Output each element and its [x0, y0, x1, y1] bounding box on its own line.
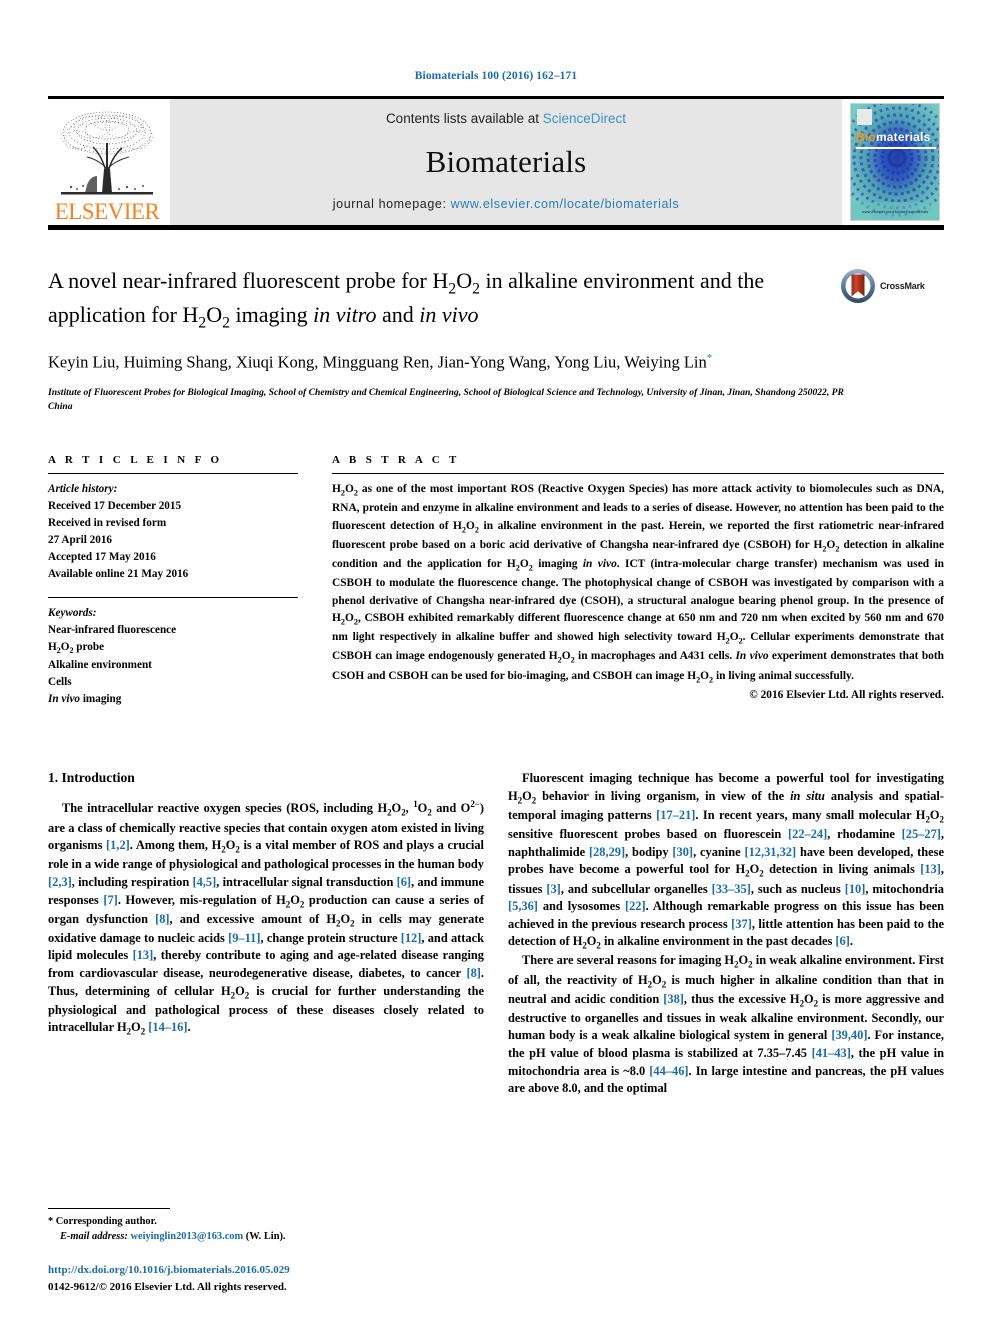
article-page: Biomaterials 100 (2016) 162–171 ELSEVIER… — [0, 0, 992, 1323]
contents-prefix: Contents lists available at — [385, 111, 543, 126]
abstract-text: H2O2 as one of the most important ROS (R… — [332, 482, 945, 684]
section-heading-introduction: 1. Introduction — [48, 770, 135, 786]
email-label: E-mail address: — [60, 1230, 128, 1242]
cover-divider — [856, 147, 936, 149]
doi-block: http://dx.doi.org/10.1016/j.biomaterials… — [48, 1262, 488, 1295]
homepage-label: journal homepage: — [332, 197, 451, 211]
body-columns: 1. Introduction The intracellular reacti… — [48, 770, 944, 1098]
article-info-heading: A R T I C L E I N F O — [48, 453, 223, 466]
running-head: Biomaterials 100 (2016) 162–171 — [414, 70, 578, 82]
keywords-group: Keywords: Near-infrared fluorescence H2O… — [48, 605, 298, 709]
journal-homepage-line: journal homepage: www.elsevier.com/locat… — [333, 197, 679, 211]
keywords-label: Keywords: — [48, 606, 97, 619]
abstract-column: A B S T R A C T H2O2 as one of the most … — [332, 454, 944, 709]
page-title: A novel near-infrared fluorescent probe … — [48, 268, 765, 332]
info-abstract-region: A R T I C L E I N F O Article history: R… — [48, 454, 944, 709]
homepage-url-link[interactable]: www.elsevier.com/locate/biomaterials — [451, 197, 680, 211]
email-line: E-mail address: weiyinglin2013@163.com (… — [48, 1229, 488, 1244]
keyword-item: Cells — [48, 676, 72, 689]
corresponding-author-marker: * — [706, 351, 713, 364]
cover-wordmark-materials: materials — [875, 130, 931, 144]
elsevier-tree-icon — [60, 111, 154, 195]
sciencedirect-link[interactable]: ScienceDirect — [543, 111, 626, 126]
keyword-item: H2O2 probe — [48, 640, 105, 656]
journal-title: Biomaterials — [425, 143, 587, 179]
body-right-column: Fluorescent imaging technique has become… — [508, 770, 944, 1098]
abstract-copyright: © 2016 Elsevier Ltd. All rights reserved… — [749, 688, 944, 701]
issn-copyright-line: 0142-9612/© 2016 Elsevier Ltd. All right… — [48, 1280, 287, 1293]
abstract-rule — [332, 472, 944, 474]
article-history-item: Accepted 17 May 2016 — [48, 550, 156, 563]
masthead-center: Contents lists available at ScienceDirec… — [170, 99, 842, 225]
article-history-item: 27 April 2016 — [48, 533, 113, 546]
article-history-item: Received 17 December 2015 — [48, 499, 182, 512]
article-info-rule — [48, 472, 298, 474]
article-history-item: Received in revised form — [48, 516, 167, 529]
title-block: A novel near-infrared fluorescent probe … — [48, 266, 944, 335]
article-history-group: Article history: Received 17 December 20… — [48, 481, 298, 583]
intro-paragraph-right-1: Fluorescent imaging technique has become… — [508, 771, 945, 951]
affiliation: Institute of Fluorescent Probes for Biol… — [48, 386, 844, 412]
article-history-label: Article history: — [48, 482, 118, 495]
abstract-heading: A B S T R A C T — [332, 453, 460, 466]
article-history-item: Available online 21 May 2016 — [48, 567, 189, 580]
corresponding-author-label: Corresponding author. — [55, 1215, 157, 1227]
footnote-rule — [48, 1207, 170, 1209]
crossmark-icon — [841, 269, 875, 303]
footnote-area: * Corresponding author. E-mail address: … — [48, 1207, 488, 1295]
journal-masthead: ELSEVIER Contents lists available at Sci… — [48, 99, 944, 225]
author-list: Keyin Liu, Huiming Shang, Xiuqi Kong, Mi… — [48, 351, 713, 372]
article-info-column: A R T I C L E I N F O Article history: R… — [48, 454, 298, 709]
contents-available-line: Contents lists available at ScienceDirec… — [386, 111, 626, 126]
doi-link[interactable]: http://dx.doi.org/10.1016/j.biomaterials… — [48, 1262, 488, 1279]
intro-paragraph-right-2: There are several reasons for imaging H2… — [508, 953, 944, 1096]
corresponding-author-note: * Corresponding author. E-mail address: … — [48, 1214, 488, 1244]
keyword-item: In vivo imaging — [48, 693, 122, 706]
masthead-bottom-rule — [48, 225, 944, 230]
cover-footer-text: www.elsevier.com/locate/biomaterials — [861, 209, 929, 215]
intro-paragraph-left-1: The intracellular reactive oxygen specie… — [48, 799, 485, 1037]
email-link[interactable]: weiyinglin2013@163.com — [130, 1231, 243, 1242]
cover-wordmark: Biomaterials — [856, 130, 930, 144]
keyword-item: Alkaline environment — [48, 659, 152, 672]
body-left-column: 1. Introduction The intracellular reacti… — [48, 770, 484, 1098]
elsevier-logo: ELSEVIER — [48, 99, 166, 225]
cover-publisher-mark — [857, 109, 872, 125]
crossmark-label: CrossMark — [880, 281, 925, 291]
keywords-rule — [48, 596, 298, 598]
journal-cover-thumbnail: Biomaterials www.elsevier.com/locate/bio… — [846, 99, 944, 225]
crossmark-badge[interactable]: CrossMark — [840, 268, 944, 304]
corresponding-author-line: * Corresponding author. — [48, 1215, 157, 1227]
email-suffix: (W. Lin). — [245, 1230, 286, 1242]
elsevier-wordmark: ELSEVIER — [54, 199, 160, 224]
cover-wordmark-bio: Bio — [856, 130, 876, 144]
keyword-item: Near-infrared fluorescence — [48, 623, 177, 636]
